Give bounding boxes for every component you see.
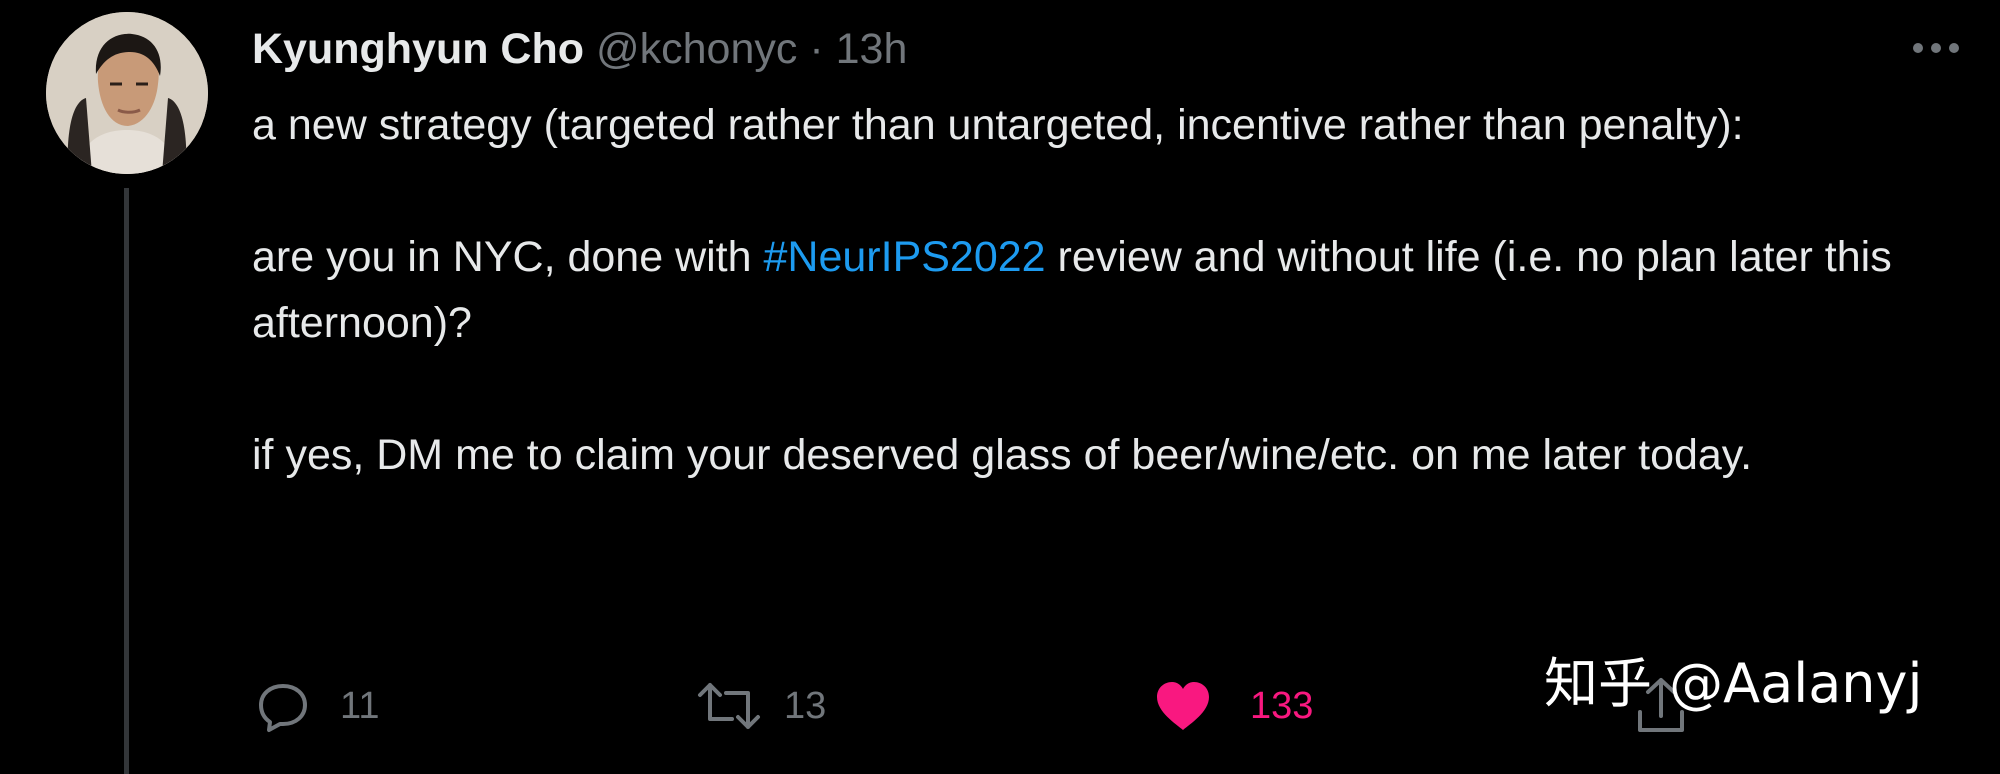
header-separator: · [809,25,824,73]
reply-icon [259,684,307,732]
tweet-paragraph: a new strategy (targeted rather than unt… [252,101,1744,149]
tweet-header: Kyunghyun Cho @kchonyc · 13h [252,22,907,76]
author-name[interactable]: Kyunghyun Cho [252,25,584,73]
retweet-count: 13 [784,684,827,727]
tweet: Kyunghyun Cho @kchonyc · 13h a new strat… [0,0,2000,774]
retweet-button[interactable]: 13 [696,676,826,736]
tweet-paragraph: are you in NYC, done with #NeurIPS2022 r… [252,224,1952,356]
tweet-text: a new strategy (targeted rather than unt… [252,92,1952,488]
retweet-icon [698,683,760,729]
watermark: 知乎 @Aalanyj [1544,652,1923,715]
like-count: 133 [1250,684,1314,727]
more-options-button[interactable] [1908,28,1964,68]
tweet-timestamp[interactable]: 13h [836,25,908,73]
more-icon [1913,43,1959,53]
avatar-image [46,12,208,174]
reply-count: 11 [340,684,380,727]
avatar[interactable] [46,12,208,174]
tweet-paragraph: if yes, DM me to claim your deserved gla… [252,431,1753,479]
reply-button[interactable]: 11 [256,676,379,736]
author-handle[interactable]: @kchonyc [596,25,797,73]
hashtag-link[interactable]: #NeurIPS2022 [764,233,1046,281]
like-button[interactable]: 133 [1154,676,1313,736]
tweet-text-segment: are you in NYC, done with [252,233,764,281]
heart-icon [1157,682,1209,730]
